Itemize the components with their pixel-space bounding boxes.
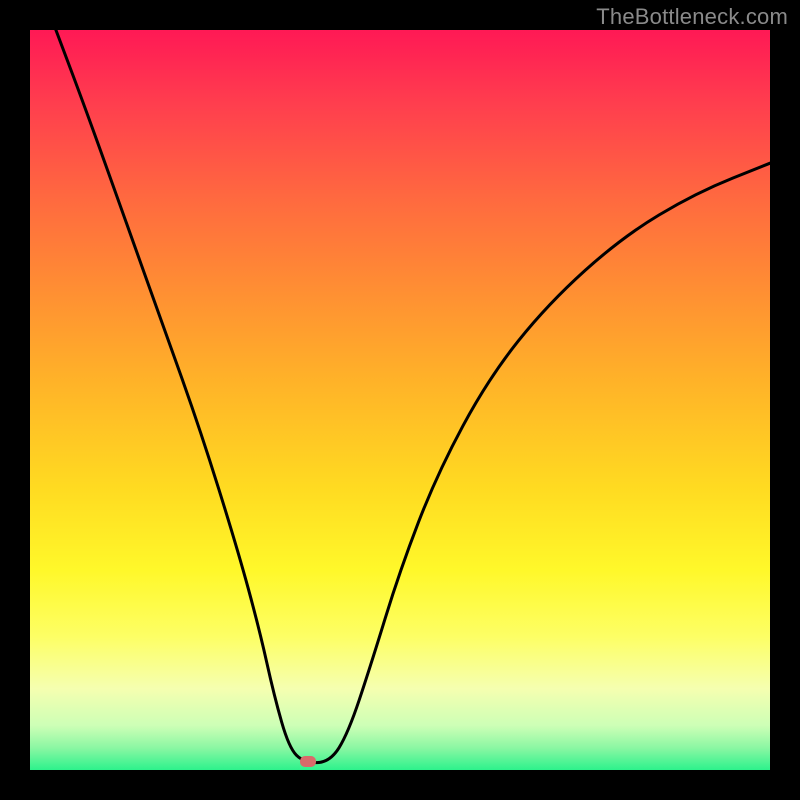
bottleneck-curve (30, 30, 770, 770)
watermark-text: TheBottleneck.com (596, 4, 788, 30)
plot-area (30, 30, 770, 770)
optimal-point-marker (300, 756, 316, 767)
outer-frame: TheBottleneck.com (0, 0, 800, 800)
